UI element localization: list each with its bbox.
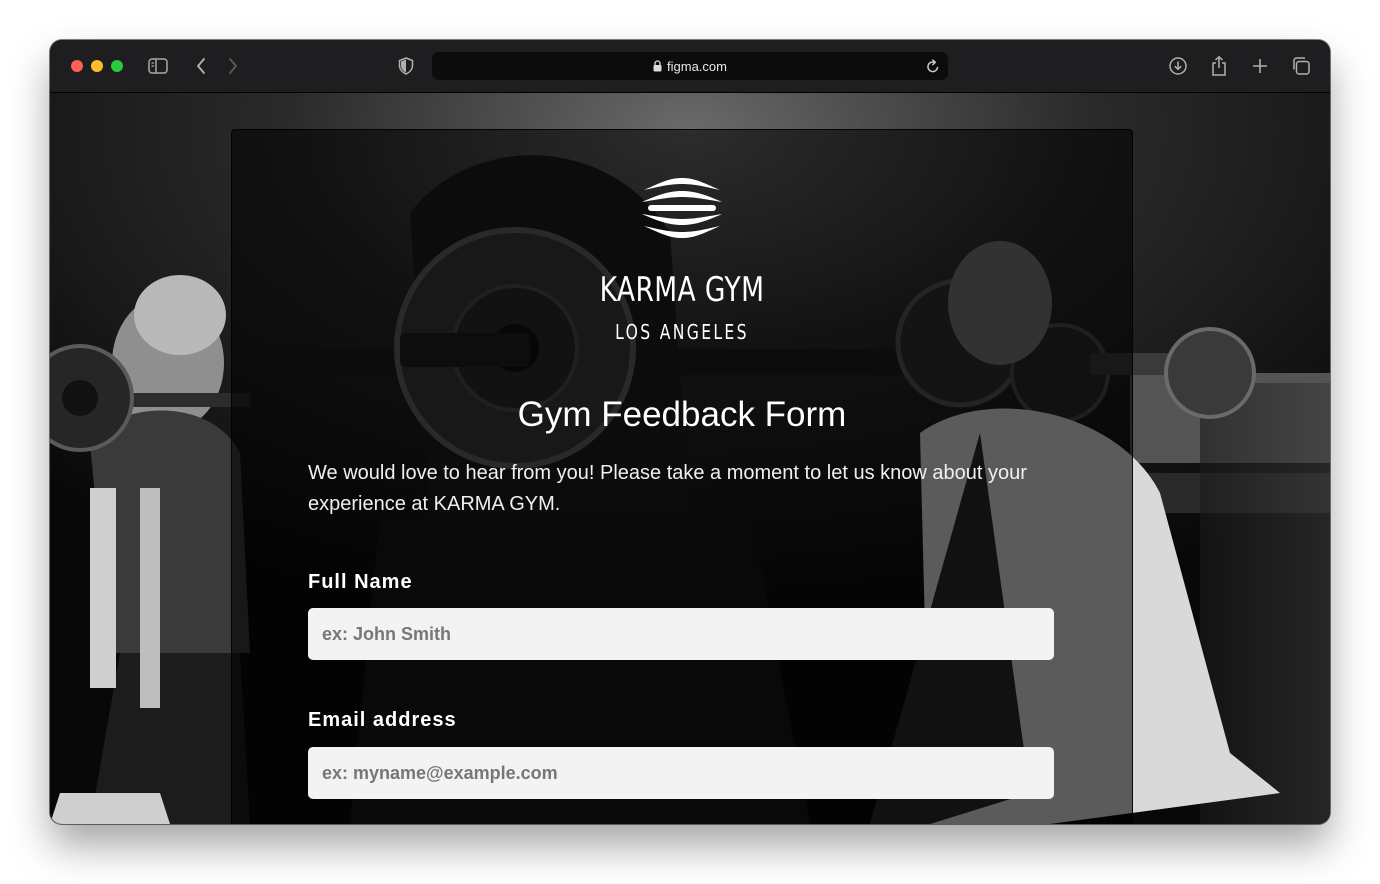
brand-location: LOS ANGELES <box>615 320 749 344</box>
full-name-label: Full Name <box>308 571 413 593</box>
reload-icon[interactable] <box>926 58 940 78</box>
back-icon[interactable] <box>189 54 213 78</box>
download-icon[interactable] <box>1166 54 1190 78</box>
email-label: Email address <box>308 709 457 731</box>
close-window-button[interactable] <box>71 60 83 72</box>
tabs-overview-icon[interactable] <box>1289 54 1313 78</box>
email-input[interactable] <box>308 747 1054 799</box>
forward-icon[interactable] <box>221 54 245 78</box>
minimize-window-button[interactable] <box>91 60 103 72</box>
zoom-window-button[interactable] <box>111 60 123 72</box>
screen: figma.com KARMA GYM LOS ANGELES Gym Feed… <box>0 0 1380 884</box>
browser-window: figma.com KARMA GYM LOS ANGELES Gym Feed… <box>50 40 1330 824</box>
new-tab-icon[interactable] <box>1248 54 1272 78</box>
brand-name: KARMA GYM <box>599 270 765 310</box>
sidebar-icon[interactable] <box>146 54 170 78</box>
full-name-input[interactable] <box>308 608 1054 660</box>
browser-toolbar: figma.com <box>50 40 1330 93</box>
form-title: Gym Feedback Form <box>517 395 847 434</box>
share-icon[interactable] <box>1207 54 1231 78</box>
url-text: figma.com <box>667 58 727 74</box>
feedback-form-card: KARMA GYM LOS ANGELES Gym Feedback Form … <box>231 129 1133 824</box>
form-intro-text: We would love to hear from you! Please t… <box>308 462 1027 515</box>
page-content: KARMA GYM LOS ANGELES Gym Feedback Form … <box>50 93 1330 824</box>
address-bar[interactable]: figma.com <box>432 52 948 80</box>
wave-lines-logo <box>642 178 722 238</box>
lock-icon <box>653 60 662 72</box>
shield-icon[interactable] <box>394 54 418 78</box>
